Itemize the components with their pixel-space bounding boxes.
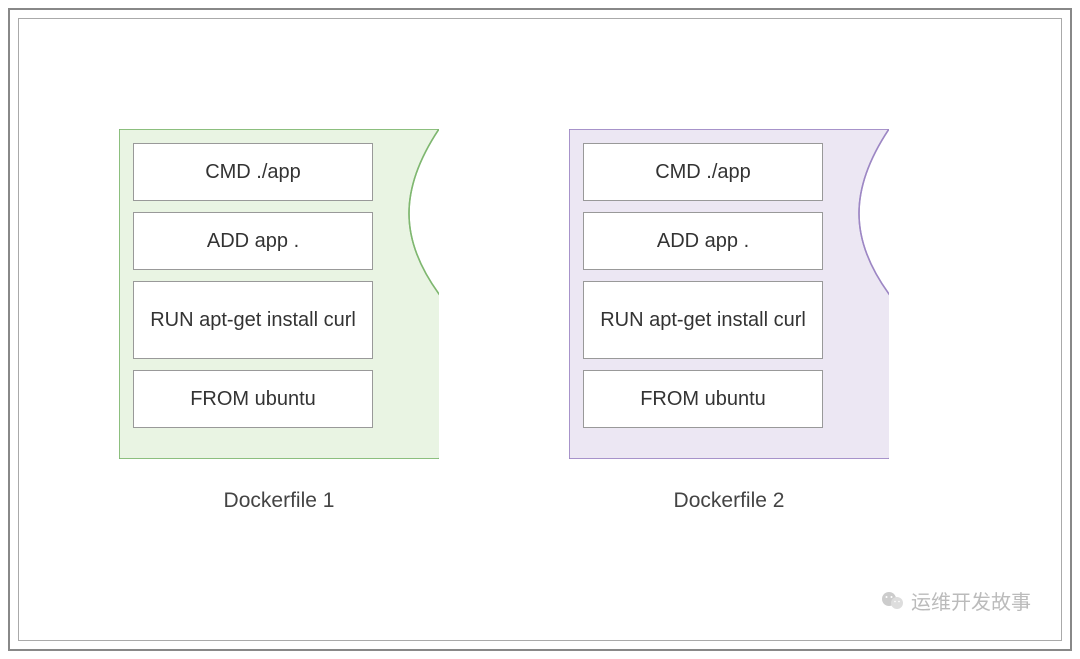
dockerfile-2-shape: CMD ./app ADD app . RUN apt-get install … <box>569 129 889 499</box>
layer-cmd: CMD ./app <box>583 143 823 201</box>
layer-run: RUN apt-get install curl <box>583 281 823 359</box>
layer-from: FROM ubuntu <box>133 370 373 428</box>
dockerfile-2-layers: CMD ./app ADD app . RUN apt-get install … <box>583 143 823 428</box>
layer-run: RUN apt-get install curl <box>133 281 373 359</box>
outer-frame: CMD ./app ADD app . RUN apt-get install … <box>8 8 1072 651</box>
layer-from: FROM ubuntu <box>583 370 823 428</box>
layer-add: ADD app . <box>133 212 373 270</box>
watermark-text: 运维开发故事 <box>911 586 1031 615</box>
watermark: 运维开发故事 <box>881 586 1031 615</box>
inner-frame: CMD ./app ADD app . RUN apt-get install … <box>18 18 1062 641</box>
layer-add: ADD app . <box>583 212 823 270</box>
wechat-icon <box>881 589 905 613</box>
dockerfile-2-caption: Dockerfile 2 <box>569 489 889 513</box>
dockerfile-1-shape: CMD ./app ADD app . RUN apt-get install … <box>119 129 439 499</box>
dockerfile-1-caption: Dockerfile 1 <box>119 489 439 513</box>
dockerfile-1-layers: CMD ./app ADD app . RUN apt-get install … <box>133 143 373 428</box>
layer-cmd: CMD ./app <box>133 143 373 201</box>
